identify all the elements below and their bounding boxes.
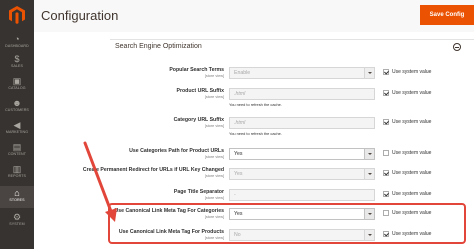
field-label: Popular Search Terms [store view] [74,67,224,79]
checkbox[interactable] [383,191,389,197]
field-note: You need to refresh the cache. [229,102,282,107]
bar-chart-icon: ▥ [12,164,22,174]
checkbox-label: Use system value [392,69,432,75]
chevron-down-icon [364,169,374,179]
collapse-icon[interactable] [453,43,461,51]
use-system-value-checkbox[interactable]: Use system value [383,150,431,156]
field-label: Create Permanent Redirect for URLs if UR… [74,167,224,179]
field-note: You need to refresh the cache. [229,131,282,136]
use-system-value-checkbox[interactable]: Use system value [383,69,431,75]
scope-label: [store view] [204,174,224,178]
category-url-suffix-input[interactable]: .html [229,117,375,129]
sidebar-item-customers[interactable]: ☻ CUSTOMERS [0,98,34,116]
customers-icon: ☻ [12,98,22,108]
scope-label: [store view] [204,124,224,128]
megaphone-icon: ◀ [13,120,21,130]
gear-icon: ⚙ [12,212,22,222]
checkbox-label: Use system value [392,150,432,156]
sidebar-item-catalog[interactable]: ▣ CATALOG [0,76,34,94]
save-config-button[interactable]: Save Config [420,5,474,25]
sidebar-item-label: REPORTS [7,174,26,178]
sidebar-item-label: MARKETING [5,130,29,134]
sidebar-item-stores[interactable]: ⌂ STORES [0,186,34,208]
checkbox[interactable] [383,119,389,125]
magento-logo[interactable] [9,6,25,24]
highlight-box [108,203,466,244]
dashboard-icon: ◔ [14,34,20,44]
sidebar-item-label: DASHBOARD [5,44,29,48]
checkbox-label: Use system value [392,119,432,125]
sidebar-item-label: CUSTOMERS [5,108,29,112]
chevron-down-icon [364,68,374,78]
checkbox[interactable] [383,170,389,176]
sidebar-item-label: SYSTEM [9,222,25,226]
scope-label: [store view] [204,196,224,200]
page-header: Configuration Save Config [34,0,474,32]
field-label: Page Title Separator [store view] [74,189,224,201]
store-icon: ⌂ [14,188,20,198]
sidebar-item-label: CONTENT [7,152,27,156]
section-title[interactable]: Search Engine Optimization [115,43,202,50]
categories-path-select[interactable]: Yes [229,148,375,160]
sidebar-item-system[interactable]: ⚙ SYSTEM [0,212,34,230]
dollar-icon: $ [14,54,20,64]
sidebar-item-sales[interactable]: $ SALES [0,54,34,72]
sidebar-item-label: STORES [9,198,25,202]
chevron-down-icon [364,149,374,159]
checkbox[interactable] [383,150,389,156]
sidebar-item-label: SALES [10,64,24,68]
sidebar-item-label: CATALOG [8,86,26,90]
admin-sidebar: ◔ DASHBOARD $ SALES ▣ CATALOG ☻ CUSTOMER… [0,0,34,249]
use-system-value-checkbox[interactable]: Use system value [383,119,431,125]
scope-label: [store view] [204,74,224,78]
use-system-value-checkbox[interactable]: Use system value [383,90,431,96]
content-icon: ▤ [12,142,22,152]
checkbox-label: Use system value [392,90,432,96]
sidebar-item-content[interactable]: ▤ CONTENT [0,142,34,160]
permanent-redirect-select[interactable]: Yes [229,168,375,180]
sidebar-item-reports[interactable]: ▥ REPORTS [0,164,34,182]
scope-label: [store view] [204,155,224,159]
checkbox[interactable] [383,90,389,96]
checkbox[interactable] [383,69,389,75]
product-url-suffix-input[interactable]: .html [229,88,375,100]
page-title: Configuration [41,8,119,23]
catalog-icon: ▣ [12,76,22,86]
field-label: Product URL Suffix [store view] [74,88,224,100]
scope-label: [store view] [204,95,224,99]
popular-search-terms-select[interactable]: Enable [229,67,375,79]
use-system-value-checkbox[interactable]: Use system value [383,191,431,197]
section-divider [110,39,474,40]
field-label: Category URL Suffix [store view] [74,117,224,129]
checkbox-label: Use system value [392,170,432,176]
sidebar-item-marketing[interactable]: ◀ MARKETING [0,120,34,138]
page-title-separator-input[interactable]: - [229,189,375,201]
sidebar-item-dashboard[interactable]: ◔ DASHBOARD [0,34,34,52]
use-system-value-checkbox[interactable]: Use system value [383,170,431,176]
checkbox-label: Use system value [392,191,432,197]
field-label: Use Categories Path for Product URLs [st… [74,148,224,160]
